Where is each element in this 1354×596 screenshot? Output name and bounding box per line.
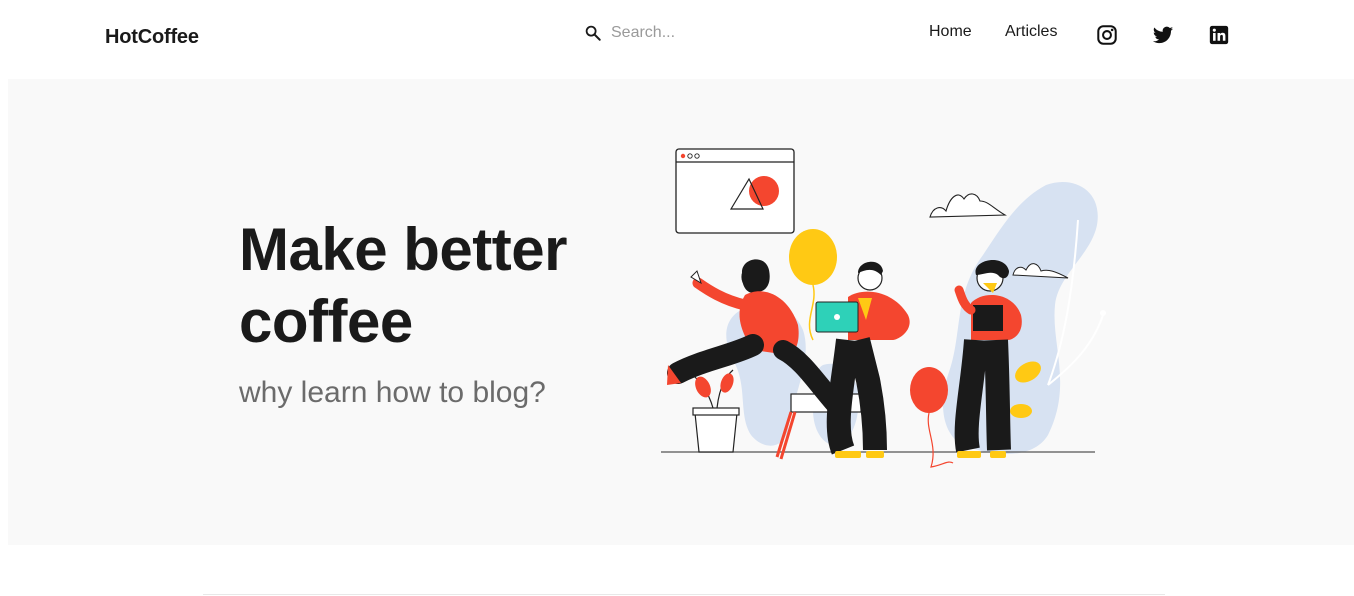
search-input[interactable] <box>611 22 811 44</box>
nav-articles-link[interactable]: Articles <box>1005 23 1057 41</box>
linkedin-icon[interactable] <box>1208 24 1230 46</box>
search-icon <box>585 25 601 41</box>
hero-illustration <box>661 148 1106 468</box>
hero-subtitle: why learn how to blog? <box>239 376 546 409</box>
top-navbar: HotCoffee Home Articles <box>0 0 1354 78</box>
brand-logo[interactable]: HotCoffee <box>105 26 199 49</box>
nav-home-link[interactable]: Home <box>929 23 972 41</box>
hero-section: Make better coffee why learn how to blog… <box>8 79 1354 545</box>
instagram-icon[interactable] <box>1096 24 1118 46</box>
hero-title: Make better coffee <box>239 216 567 355</box>
twitter-icon[interactable] <box>1152 24 1174 46</box>
content-divider <box>203 594 1165 595</box>
search-bar <box>584 22 814 44</box>
